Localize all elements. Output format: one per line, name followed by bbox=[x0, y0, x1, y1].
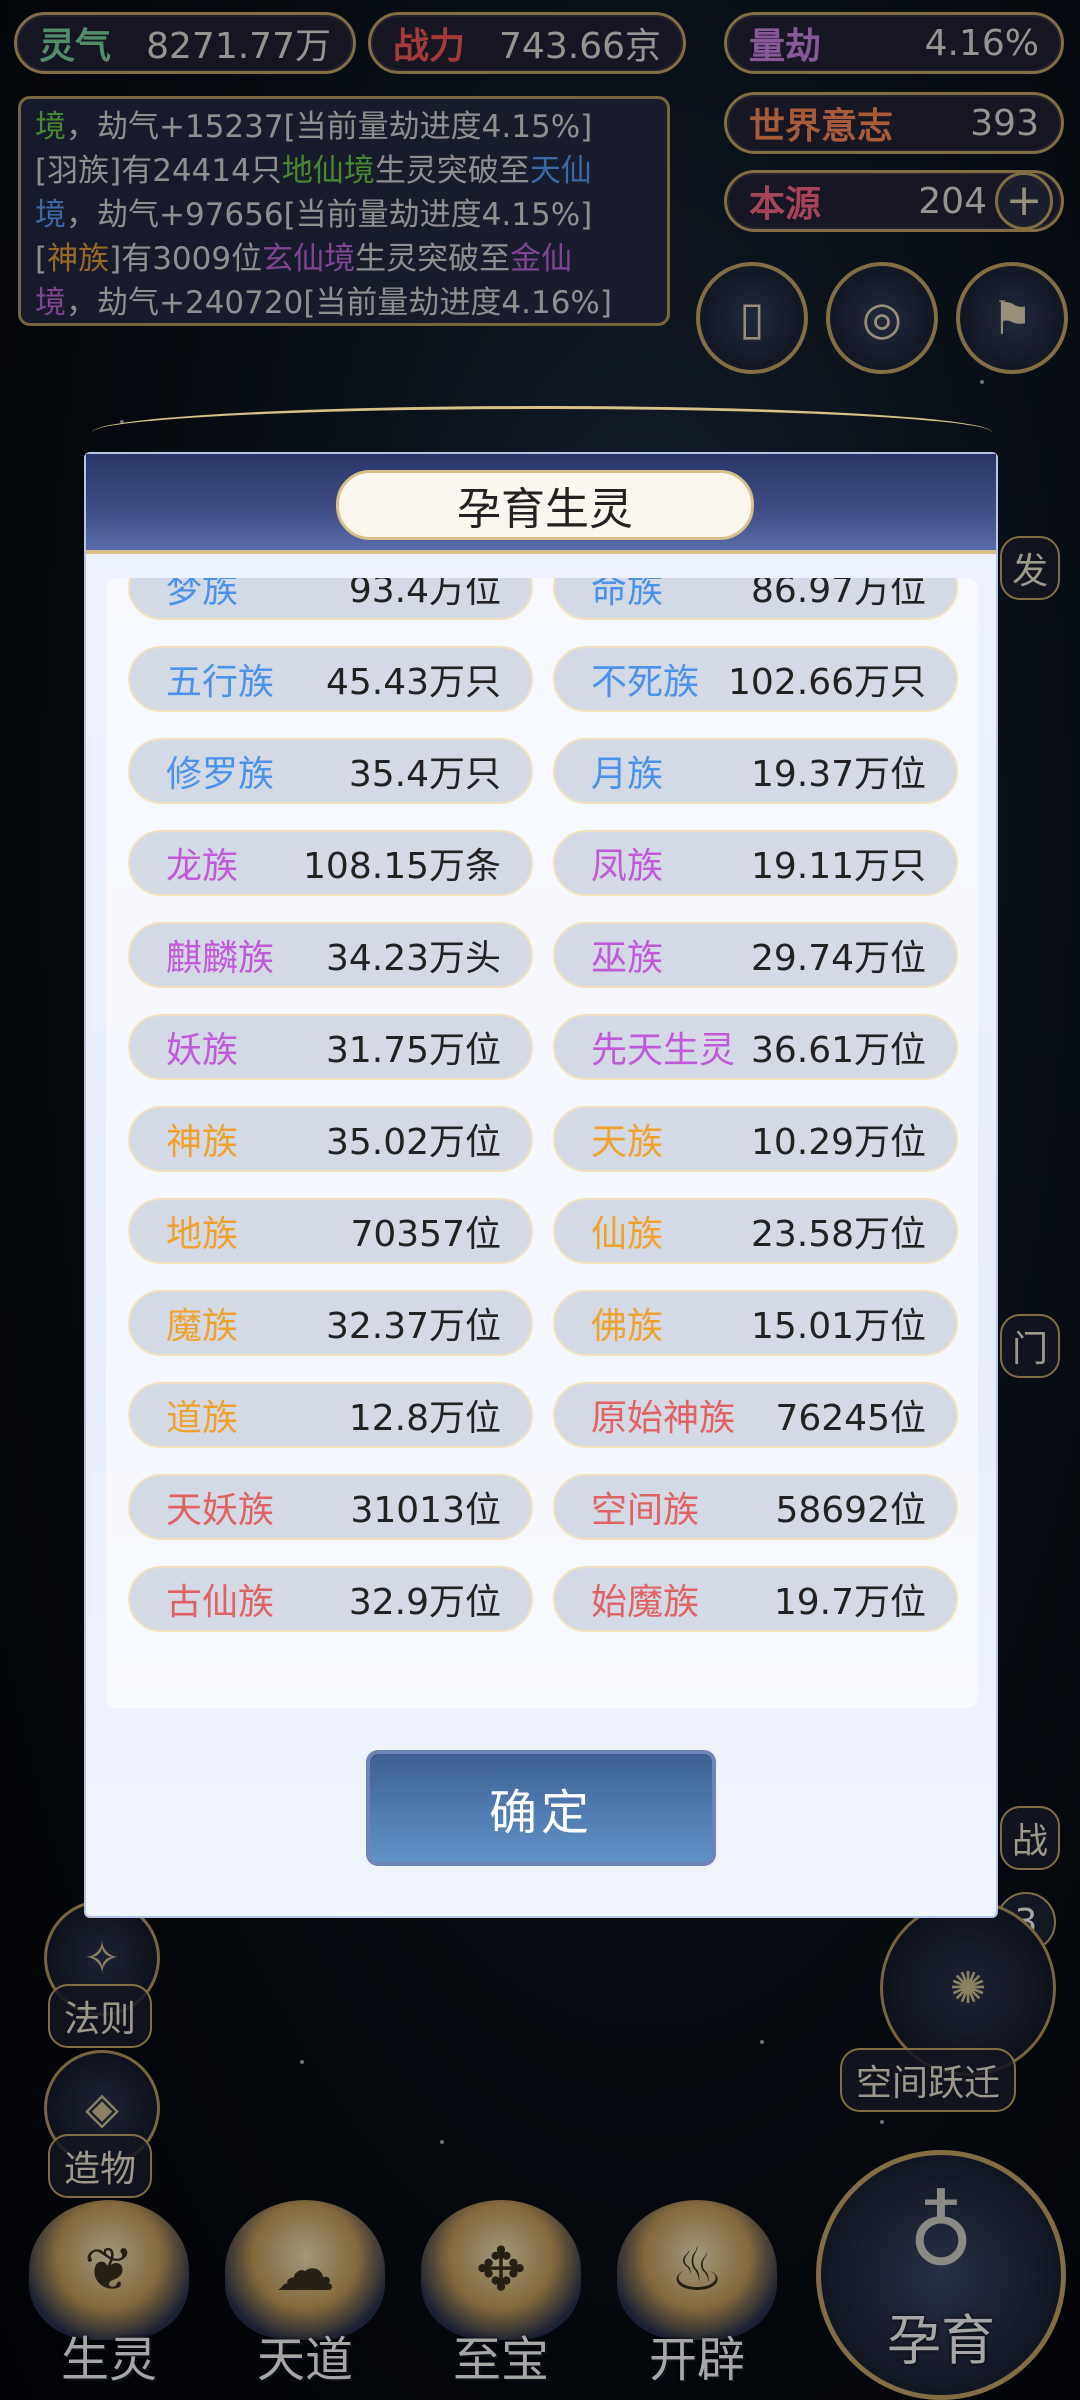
race-item: 龙族 108.15万条 bbox=[128, 830, 533, 896]
race-name: 凤族 bbox=[591, 846, 664, 887]
race-item: 道族 12.8万位 bbox=[128, 1382, 533, 1448]
race-count: 19.11万只 bbox=[750, 846, 926, 887]
race-count: 45.43万只 bbox=[325, 662, 501, 703]
confirm-button[interactable]: 确定 bbox=[366, 1750, 716, 1866]
race-count: 10.29万位 bbox=[750, 1122, 926, 1163]
race-list[interactable]: 梦族 93.4万位 命族 86.97万位五行族 45.43万只 不死族 102.66万只修罗… bbox=[106, 578, 978, 1708]
race-count: 36.61万位 bbox=[750, 1030, 926, 1071]
race-item: 仙族 23.58万位 bbox=[553, 1198, 958, 1264]
race-name: 仙族 bbox=[591, 1214, 664, 1255]
race-count: 19.37万位 bbox=[750, 754, 926, 795]
race-count: 35.02万位 bbox=[325, 1122, 501, 1163]
dialog-ornament bbox=[92, 406, 992, 459]
race-name: 天族 bbox=[591, 1122, 664, 1163]
race-name: 地族 bbox=[166, 1214, 239, 1255]
race-name: 神族 bbox=[166, 1122, 239, 1163]
race-count: 23.58万位 bbox=[750, 1214, 926, 1255]
race-name: 妖族 bbox=[166, 1030, 239, 1071]
race-item: 修罗族 35.4万只 bbox=[128, 738, 533, 804]
race-name: 先天生灵 bbox=[591, 1030, 736, 1071]
race-item: 梦族 93.4万位 bbox=[128, 578, 533, 620]
race-name: 修罗族 bbox=[166, 754, 275, 795]
race-count: 32.9万位 bbox=[348, 1582, 501, 1623]
dialog-title: 孕育生灵 bbox=[336, 470, 754, 540]
race-count: 108.15万条 bbox=[303, 846, 501, 887]
race-item: 五行族 45.43万只 bbox=[128, 646, 533, 712]
race-item: 始魔族 19.7万位 bbox=[553, 1566, 958, 1632]
race-count: 102.66万只 bbox=[728, 662, 926, 703]
race-name: 月族 bbox=[591, 754, 664, 795]
race-count: 70357位 bbox=[350, 1214, 501, 1255]
race-name: 魔族 bbox=[166, 1306, 239, 1347]
race-name: 命族 bbox=[591, 578, 664, 611]
race-count: 12.8万位 bbox=[348, 1398, 501, 1439]
race-item: 佛族 15.01万位 bbox=[553, 1290, 958, 1356]
race-grid: 梦族 93.4万位 命族 86.97万位五行族 45.43万只 不死族 102.66万只修罗… bbox=[128, 578, 958, 1632]
race-count: 15.01万位 bbox=[750, 1306, 926, 1347]
race-count: 34.23万头 bbox=[325, 938, 501, 979]
race-name: 天妖族 bbox=[166, 1490, 275, 1531]
dialog-header: 孕育生灵 bbox=[86, 454, 996, 554]
race-item: 天族 10.29万位 bbox=[553, 1106, 958, 1172]
race-count: 86.97万位 bbox=[750, 578, 926, 611]
race-name: 梦族 bbox=[166, 578, 239, 611]
race-name: 空间族 bbox=[591, 1490, 700, 1531]
race-count: 58692位 bbox=[775, 1490, 926, 1531]
race-count: 31.75万位 bbox=[325, 1030, 501, 1071]
race-name: 古仙族 bbox=[166, 1582, 275, 1623]
race-item: 不死族 102.66万只 bbox=[553, 646, 958, 712]
race-item: 巫族 29.74万位 bbox=[553, 922, 958, 988]
race-name: 龙族 bbox=[166, 846, 239, 887]
race-item: 命族 86.97万位 bbox=[553, 578, 958, 620]
race-name: 巫族 bbox=[591, 938, 664, 979]
race-item: 凤族 19.11万只 bbox=[553, 830, 958, 896]
race-item: 原始神族 76245位 bbox=[553, 1382, 958, 1448]
race-item: 先天生灵 36.61万位 bbox=[553, 1014, 958, 1080]
race-item: 古仙族 32.9万位 bbox=[128, 1566, 533, 1632]
race-name: 五行族 bbox=[166, 662, 275, 703]
breed-creatures-dialog: 孕育生灵 梦族 93.4万位 命族 86.97万位五行族 45.43万只 不死族 102.6… bbox=[84, 406, 998, 1918]
race-item: 魔族 32.37万位 bbox=[128, 1290, 533, 1356]
race-item: 天妖族 31013位 bbox=[128, 1474, 533, 1540]
race-name: 麒麟族 bbox=[166, 938, 275, 979]
race-item: 月族 19.37万位 bbox=[553, 738, 958, 804]
race-count: 32.37万位 bbox=[325, 1306, 501, 1347]
race-name: 佛族 bbox=[591, 1306, 664, 1347]
race-name: 始魔族 bbox=[591, 1582, 700, 1623]
race-count: 76245位 bbox=[775, 1398, 926, 1439]
race-item: 麒麟族 34.23万头 bbox=[128, 922, 533, 988]
race-count: 31013位 bbox=[350, 1490, 501, 1531]
race-name: 道族 bbox=[166, 1398, 239, 1439]
race-count: 35.4万只 bbox=[348, 754, 501, 795]
race-name: 原始神族 bbox=[591, 1398, 736, 1439]
race-count: 29.74万位 bbox=[750, 938, 926, 979]
race-count: 19.7万位 bbox=[773, 1582, 926, 1623]
race-item: 地族 70357位 bbox=[128, 1198, 533, 1264]
race-item: 妖族 31.75万位 bbox=[128, 1014, 533, 1080]
race-item: 神族 35.02万位 bbox=[128, 1106, 533, 1172]
race-name: 不死族 bbox=[591, 662, 700, 703]
race-count: 93.4万位 bbox=[348, 578, 501, 611]
race-item: 空间族 58692位 bbox=[553, 1474, 958, 1540]
